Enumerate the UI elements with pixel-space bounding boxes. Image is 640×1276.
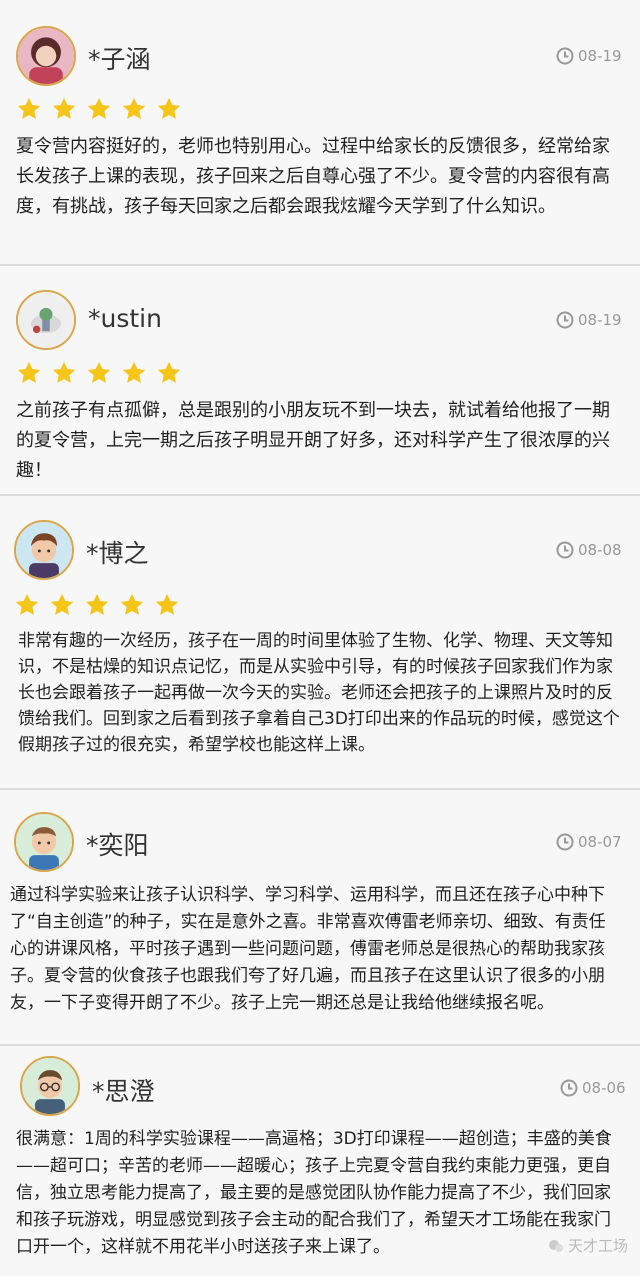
star-icon xyxy=(157,97,181,119)
review-date: 08-08 xyxy=(556,541,622,559)
review-card: *子涵 08-19 夏令营内容挺好的，老师也特别用心。过程中给家长的反馈很多，经… xyxy=(0,0,640,266)
star-icon xyxy=(17,97,41,119)
date-text: 08-19 xyxy=(578,311,622,329)
review-date: 08-19 xyxy=(556,47,622,65)
star-icon xyxy=(52,361,76,383)
review-date: 08-19 xyxy=(556,311,622,329)
date-text: 08-06 xyxy=(582,1079,626,1097)
star-icon xyxy=(87,97,111,119)
clock-icon xyxy=(556,311,574,329)
reviewer-name: *奕阳 xyxy=(86,831,149,860)
clock-icon xyxy=(556,833,574,851)
star-icon xyxy=(15,593,39,615)
review-card: *博之 08-08 非常有趣的一次经历，孩子在一周的时间里体验了生物、化学、物理… xyxy=(0,496,640,790)
wechat-icon xyxy=(548,1239,563,1252)
watermark: 天才工场 xyxy=(548,1235,628,1256)
date-text: 08-08 xyxy=(578,541,622,559)
avatar[interactable] xyxy=(16,26,76,86)
reviewer-name: *ustin xyxy=(88,304,162,333)
watermark-text: 天才工场 xyxy=(567,1237,628,1255)
clock-icon xyxy=(556,47,574,65)
review-date: 08-06 xyxy=(560,1079,626,1097)
rating-stars xyxy=(14,593,180,618)
cartoon-man-avatar-icon xyxy=(16,814,72,870)
review-text: 夏令营内容挺好的，老师也特别用心。过程中给家长的反馈很多，经常给家长发孩子上课的… xyxy=(16,136,610,217)
star-icon xyxy=(122,97,146,119)
review-text: 通过科学实验来让孩子认识科学、学习科学、运用科学，而且还在孩子心中种下了“自主创… xyxy=(10,885,606,1013)
date-text: 08-07 xyxy=(578,833,622,851)
cartoon-glasses-avatar-icon xyxy=(22,1058,78,1114)
star-icon xyxy=(87,361,111,383)
review-date: 08-07 xyxy=(556,833,622,851)
girl-photo-avatar-icon xyxy=(18,28,74,84)
reviewer-name: *思澄 xyxy=(92,1077,155,1106)
star-icon xyxy=(157,361,181,383)
star-icon xyxy=(85,593,109,615)
review-text: 非常有趣的一次经历，孩子在一周的时间里体验了生物、化学、物理、天文等知识，不是枯… xyxy=(18,631,620,755)
reviewer-name: *博之 xyxy=(86,539,149,568)
toy-photo-avatar-icon xyxy=(18,292,74,348)
review-card: *ustin 08-19 之前孩子有点孤僻，总是跟别的小朋友玩不到一块去，就试着… xyxy=(0,266,640,496)
clock-icon xyxy=(556,541,574,559)
review-card: *思澄 08-06 很满意：1周的科学实验课程——高逼格；3D打印课程——超创造… xyxy=(0,1046,640,1276)
reviewer-name: *子涵 xyxy=(88,45,151,74)
avatar[interactable] xyxy=(20,1056,80,1116)
review-text: 之前孩子有点孤僻，总是跟别的小朋友玩不到一块去，就试着给他报了一期的夏令营，上完… xyxy=(16,400,610,481)
star-icon xyxy=(52,97,76,119)
star-icon xyxy=(17,361,41,383)
avatar[interactable] xyxy=(14,520,74,580)
review-card: *奕阳 08-07 通过科学实验来让孩子认识科学、学习科学、运用科学，而且还在孩… xyxy=(0,790,640,1046)
star-icon xyxy=(50,593,74,615)
rating-stars xyxy=(16,361,182,386)
rating-stars xyxy=(16,97,182,122)
cartoon-boy-avatar-icon xyxy=(16,522,72,578)
star-icon xyxy=(120,593,144,615)
avatar[interactable] xyxy=(14,812,74,872)
date-text: 08-19 xyxy=(578,47,622,65)
avatar[interactable] xyxy=(16,290,76,350)
review-text: 很满意：1周的科学实验课程——高逼格；3D打印课程——超创造；丰盛的美食——超可… xyxy=(16,1129,612,1257)
star-icon xyxy=(155,593,179,615)
star-icon xyxy=(122,361,146,383)
clock-icon xyxy=(560,1079,578,1097)
